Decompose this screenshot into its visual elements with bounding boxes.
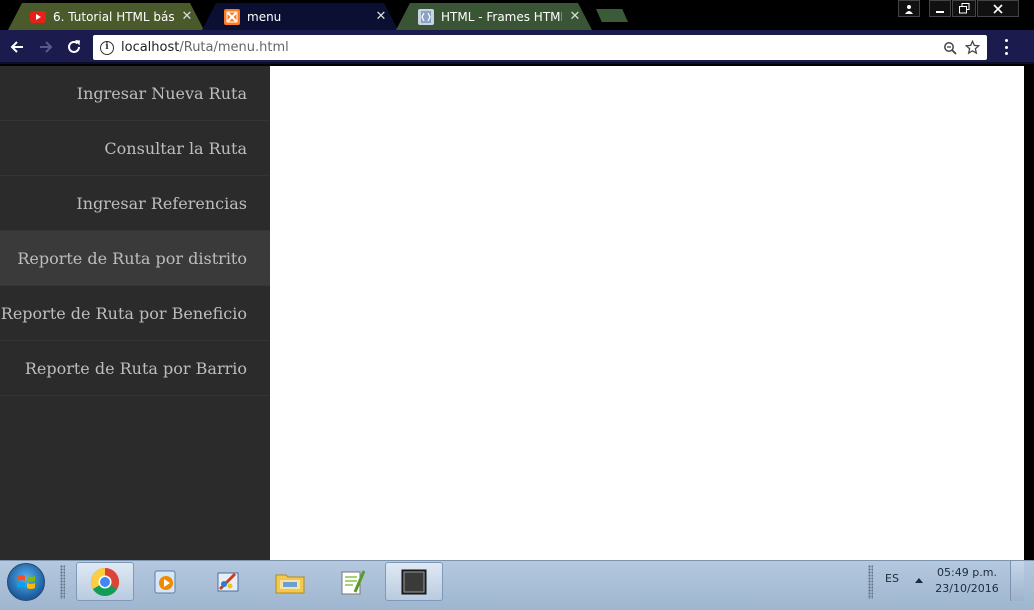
tab-strip: 6. Tutorial HTML básico - ✕ menu ✕ HTML … [0,0,1034,30]
tab-title: menu [247,9,282,24]
taskbar-grip[interactable] [60,565,65,599]
chrome-icon [91,567,119,596]
close-icon[interactable]: ✕ [568,9,582,24]
close-icon [993,3,1003,14]
clock-date: 23/10/2016 [935,582,999,595]
browser-toolbar: i localhost/Ruta/menu.html [0,30,1034,64]
close-icon[interactable]: ✕ [180,9,194,24]
kebab-menu-icon[interactable] [999,38,1013,56]
taskbar-notepad-plus-plus[interactable] [323,562,381,601]
taskbar-chrome[interactable] [76,562,134,601]
forward-button[interactable] [35,36,57,58]
sidebar-item-ingresar-nueva-ruta[interactable]: Ingresar Nueva Ruta [0,66,270,121]
xampp-icon [224,8,240,25]
sidebar-item-reporte-por-barrio[interactable]: Reporte de Ruta por Barrio [0,341,270,396]
tab-menu[interactable]: menu ✕ [202,3,398,30]
url-text: localhost/Ruta/menu.html [121,40,289,55]
close-window-button[interactable] [977,0,1019,17]
info-icon[interactable]: i [100,40,114,55]
sidebar-item-ingresar-referencias[interactable]: Ingresar Referencias [0,176,270,231]
frames-page-icon [418,8,434,25]
taskbar-file-explorer[interactable] [261,562,319,601]
start-button[interactable] [7,563,45,601]
media-player-icon [154,570,176,593]
url-host: localhost [121,40,180,55]
tab-html-frames[interactable]: HTML - Frames HTML ✕ [396,3,592,30]
minimize-button[interactable] [929,0,951,17]
terminal-icon [401,569,427,594]
tab-title: HTML - Frames HTML [441,9,562,24]
taskbar: ES 05:49 p.m. 23/10/2016 [0,560,1034,610]
sidebar-menu: Ingresar Nueva Ruta Consultar la Ruta In… [0,66,270,560]
minimize-icon [936,10,944,13]
profile-button[interactable] [898,0,920,17]
show-hidden-icons-icon[interactable] [915,578,923,583]
page-viewport: Ingresar Nueva Ruta Consultar la Ruta In… [0,66,1024,560]
sidebar-item-reporte-por-beneficio[interactable]: Reporte de Ruta por Beneficio [0,286,270,341]
window-edge [1024,66,1034,560]
language-indicator[interactable]: ES [885,572,899,585]
reload-icon [68,40,80,53]
windows-logo-icon [17,575,35,589]
close-icon[interactable]: ✕ [374,9,388,24]
url-path: /Ruta/menu.html [179,40,289,55]
tab-youtube-tutorial[interactable]: 6. Tutorial HTML básico - ✕ [8,3,204,30]
youtube-icon [30,9,46,25]
file-explorer-icon [275,574,305,593]
restore-icon [958,3,969,14]
taskbar-media-player[interactable] [137,562,195,601]
back-button[interactable] [6,36,28,58]
address-bar[interactable]: i localhost/Ruta/menu.html [93,35,987,60]
new-tab-button[interactable] [596,9,628,22]
zoom-icon[interactable] [943,41,957,55]
taskbar-terminal[interactable] [385,562,443,601]
tab-title: 6. Tutorial HTML básico - [53,9,174,24]
tray-grip[interactable] [868,565,873,599]
content-frame [270,66,1024,560]
arrow-right-icon [40,41,53,53]
reload-button[interactable] [63,36,85,58]
taskbar-paint[interactable] [199,562,257,601]
notepad-plus-plus-icon [341,569,366,594]
sidebar-item-consultar-la-ruta[interactable]: Consultar la Ruta [0,121,270,176]
system-clock[interactable]: 05:49 p.m. 23/10/2016 [932,565,1002,597]
clock-time: 05:49 p.m. [937,566,997,579]
sidebar-item-reporte-por-distrito[interactable]: Reporte de Ruta por distrito [0,231,270,286]
star-icon[interactable] [965,40,980,55]
arrow-left-icon [10,41,23,53]
paint-icon [217,572,239,591]
person-icon [905,4,913,14]
restore-button[interactable] [952,0,976,17]
show-desktop-button[interactable] [1010,561,1024,601]
